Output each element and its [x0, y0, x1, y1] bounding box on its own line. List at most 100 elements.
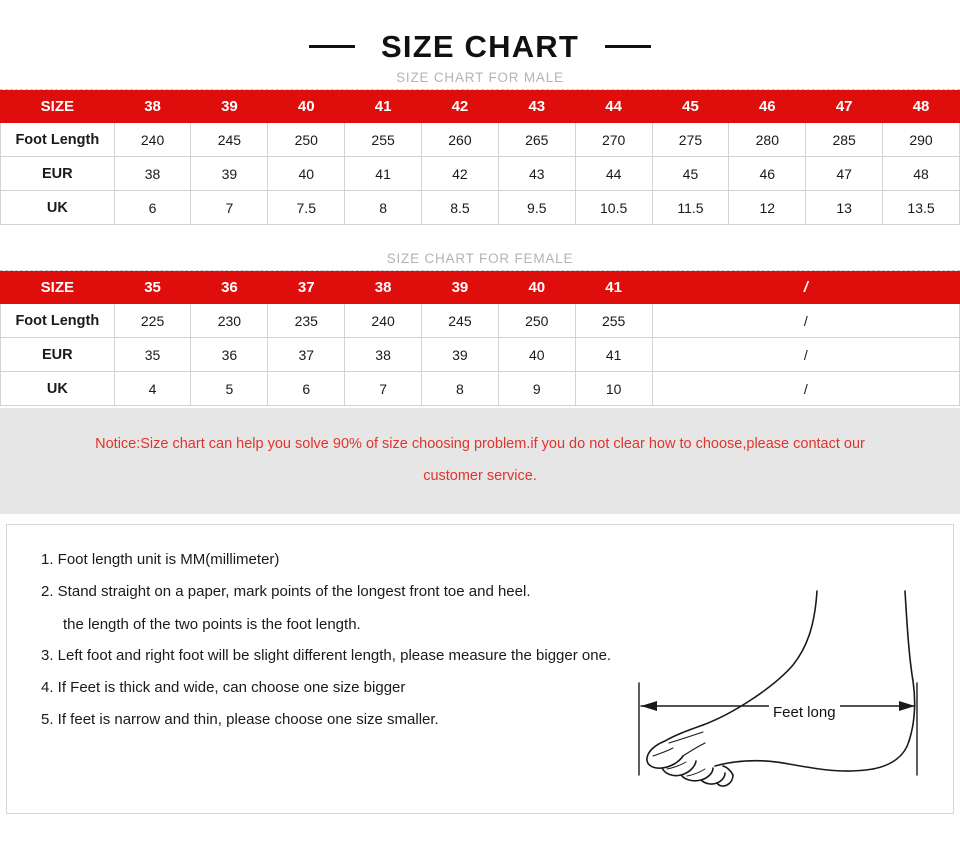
table-cell-merged: / — [651, 371, 960, 406]
table-cell: 290 — [882, 122, 960, 157]
male-size-table: SIZE 38 39 40 41 42 43 44 45 46 47 48 Fo… — [0, 90, 960, 225]
table-cell: 245 — [421, 303, 499, 338]
table-cell: 42 — [421, 156, 499, 191]
table-row: EUR 35 36 37 38 39 40 41 / — [0, 337, 960, 372]
table-cell: 9 — [497, 371, 576, 406]
table-cell: 39 — [421, 337, 499, 372]
table-cell: 245 — [190, 122, 269, 157]
table-row: EUR 38 39 40 41 42 43 44 45 46 47 48 — [0, 156, 960, 191]
row-label: UK — [0, 371, 115, 406]
table-cell: 45 — [651, 156, 730, 191]
table-cell: 37 — [267, 271, 346, 304]
table-cell: 44 — [574, 90, 653, 123]
table-cell: 235 — [267, 303, 346, 338]
table-cell: 41 — [344, 90, 423, 123]
table-cell: 40 — [497, 271, 576, 304]
table-cell: 41 — [574, 337, 653, 372]
table-row: Foot Length 240 245 250 255 260 265 270 … — [0, 122, 960, 157]
table-cell: 7 — [190, 190, 269, 225]
table-cell: 41 — [574, 271, 653, 304]
list-item: 3. Left foot and right foot will be slig… — [41, 647, 647, 666]
table-cell: 40 — [267, 156, 346, 191]
table-cell: 265 — [497, 122, 576, 157]
table-cell: 8 — [344, 190, 423, 225]
table-cell: 250 — [267, 122, 346, 157]
table-cell: 5 — [190, 371, 269, 406]
table-cell-merged: / — [651, 303, 960, 338]
table-cell: 250 — [497, 303, 576, 338]
instruction-text: 4. If Feet is thick and wide, can choose… — [41, 679, 406, 696]
table-cell: 35 — [113, 271, 192, 304]
page-title-row: SIZE CHART — [0, 0, 960, 70]
row-label: EUR — [0, 337, 115, 372]
table-cell: 48 — [882, 90, 960, 123]
row-label: UK — [0, 190, 115, 225]
table-cell: 46 — [728, 90, 807, 123]
instruction-text: 2. Stand straight on a paper, mark point… — [41, 582, 531, 600]
table-row: UK 4 5 6 7 8 9 10 / — [0, 371, 960, 406]
instruction-text: 3. Left foot and right foot will be slig… — [41, 647, 612, 665]
table-cell: 40 — [497, 337, 576, 372]
title-dash-left-icon — [309, 44, 355, 48]
table-cell: 42 — [421, 90, 499, 123]
notice-line-2: customer service. — [423, 468, 537, 484]
title-dash-right-icon — [605, 44, 651, 48]
female-table-caption: SIZE CHART FOR FEMALE — [386, 251, 574, 266]
table-cell: 39 — [190, 156, 269, 191]
list-item: 4. If Feet is thick and wide, can choose… — [41, 679, 647, 698]
table-cell: 40 — [267, 90, 346, 123]
foot-side-profile-icon — [638, 590, 918, 787]
table-cell: 38 — [113, 90, 192, 123]
table-cell: 47 — [805, 90, 884, 123]
table-cell: 270 — [574, 122, 653, 157]
table-cell: 6 — [267, 371, 346, 406]
size-chart-page: SIZE CHART SIZE CHART FOR MALE SIZE 38 3… — [0, 0, 960, 854]
instructions-box: 1. Foot length unit is MM(millimeter) 2.… — [6, 524, 954, 814]
table-cell: 43 — [497, 90, 576, 123]
table-cell: 47 — [805, 156, 884, 191]
table-cell: 45 — [651, 90, 730, 123]
table-cell-merged: / — [651, 337, 960, 372]
instruction-text: 5. If feet is narrow and thin, please ch… — [41, 710, 439, 728]
table-cell: 36 — [190, 337, 269, 372]
table-cell: 8 — [421, 371, 499, 406]
table-cell: 37 — [267, 337, 346, 372]
table-gap — [0, 225, 960, 251]
table-cell: 13.5 — [882, 190, 960, 225]
row-label: SIZE — [0, 271, 115, 304]
page-title: SIZE CHART — [381, 28, 579, 64]
table-cell: 225 — [113, 303, 192, 338]
table-cell: 11.5 — [651, 190, 730, 225]
table-cell: 6 — [113, 190, 192, 225]
notice-line-1: Notice:Size chart can help you solve 90%… — [95, 436, 865, 452]
table-cell: 9.5 — [497, 190, 576, 225]
table-cell: 280 — [728, 122, 807, 157]
table-cell: 7 — [344, 371, 423, 406]
instruction-text: 1. Foot length unit is MM(millimeter) — [41, 551, 280, 568]
row-label: EUR — [0, 156, 115, 191]
table-cell: 46 — [728, 156, 807, 191]
table-cell: 285 — [805, 122, 884, 157]
list-item: 2. Stand straight on a paper, mark point… — [41, 583, 647, 635]
table-cell: 10 — [574, 371, 653, 406]
table-cell: 230 — [190, 303, 269, 338]
table-cell: 255 — [574, 303, 653, 338]
table-row: SIZE 38 39 40 41 42 43 44 45 46 47 48 — [0, 90, 960, 123]
table-cell: 8.5 — [421, 190, 499, 225]
table-cell: 255 — [344, 122, 423, 157]
table-cell: 43 — [497, 156, 576, 191]
list-item: 1. Foot length unit is MM(millimeter) — [41, 551, 647, 570]
row-label: Foot Length — [0, 303, 115, 338]
table-cell: 38 — [113, 156, 192, 191]
table-cell: 13 — [805, 190, 884, 225]
table-cell: 240 — [113, 122, 192, 157]
feet-long-label: Feet long — [769, 704, 840, 721]
table-row: SIZE 35 36 37 38 39 40 41 / — [0, 271, 960, 304]
table-cell: 240 — [344, 303, 423, 338]
list-item: 5. If feet is narrow and thin, please ch… — [41, 711, 647, 730]
table-cell: 275 — [651, 122, 730, 157]
table-row: UK 6 7 7.5 8 8.5 9.5 10.5 11.5 12 13 13.… — [0, 190, 960, 225]
table-cell: 48 — [882, 156, 960, 191]
table-cell: 12 — [728, 190, 807, 225]
row-label: SIZE — [0, 90, 115, 123]
